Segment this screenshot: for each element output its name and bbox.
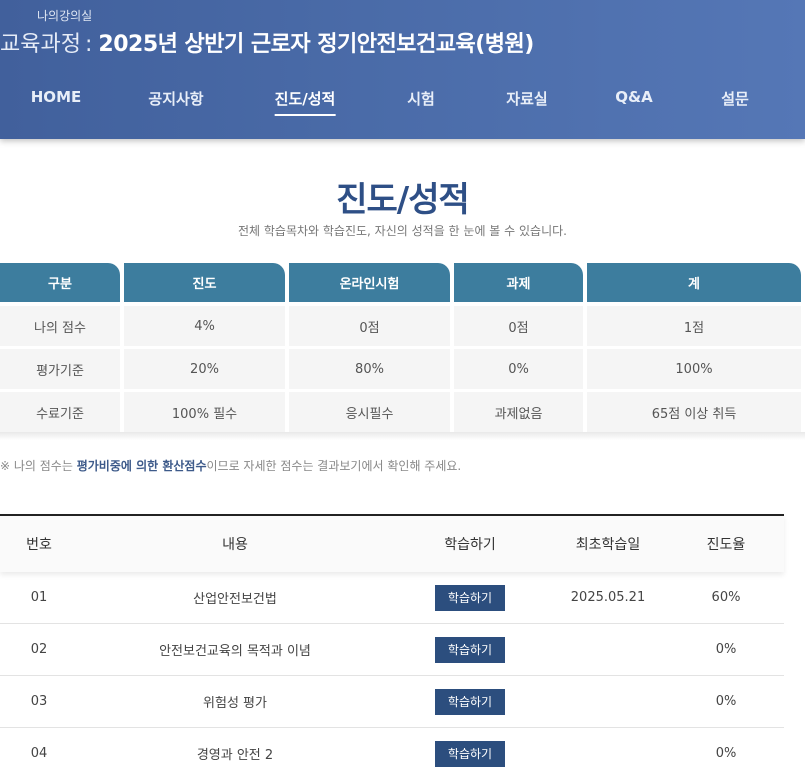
nav-survey[interactable]: 설문 (721, 88, 749, 114)
lesson-table-header: 번호 내용 학습하기 최초학습일 진도율 (0, 514, 784, 572)
table-row: 01 산업안전보건법 학습하기 2025.05.21 60% (0, 572, 784, 624)
score-table-shadow (0, 432, 805, 440)
study-button[interactable]: 학습하기 (435, 584, 505, 611)
course-colon: : (84, 32, 93, 57)
score-cell: 4% (124, 306, 285, 346)
lesson-number: 04 (30, 746, 48, 761)
score-cell: 평가기준 (0, 349, 120, 389)
lesson-title: 산업안전보건법 (193, 592, 277, 607)
lesson-header-first-date: 최초학습일 (575, 537, 641, 553)
nav-home[interactable]: HOME (31, 88, 81, 111)
course-header: 나의강의실 교육과정:2025년 상반기 근로자 정기안전보건교육(병원) HO… (0, 0, 805, 139)
lesson-study-cell: 학습하기 (392, 624, 548, 675)
note-suffix: 이므로 자세한 점수는 결과보기에서 확인해 주세요. (206, 459, 462, 473)
course-title: 2025년 상반기 근로자 정기안전보건교육(병원) (98, 32, 534, 57)
score-cell: 100% 필수 (124, 392, 285, 432)
score-cell: 과제없음 (454, 392, 583, 432)
my-lecture-room-link[interactable]: 나의강의실 (37, 7, 92, 24)
lesson-header-study: 학습하기 (444, 537, 496, 553)
score-cell: 0점 (454, 306, 583, 346)
lesson-study-cell: 학습하기 (392, 572, 548, 623)
page-title: 진도/성적 (336, 180, 470, 220)
score-cell: 0점 (289, 306, 450, 346)
score-cell: 20% (124, 349, 285, 389)
lesson-header-progress: 진도율 (706, 537, 746, 553)
nav-qna[interactable]: Q&A (615, 88, 652, 111)
lesson-number: 01 (30, 590, 48, 605)
nav-notice[interactable]: 공지사항 (148, 88, 203, 114)
score-header-progress: 진도 (124, 263, 285, 302)
table-row: 03 위험성 평가 학습하기 0% (0, 676, 784, 728)
lesson-number: 02 (30, 642, 48, 657)
score-cell: 나의 점수 (0, 306, 120, 346)
lesson-title: 경영과 안전 2 (196, 748, 274, 763)
score-cell: 65점 이상 취득 (587, 392, 801, 432)
score-cell: 1점 (587, 306, 801, 346)
score-cell: 80% (289, 349, 450, 389)
main-nav: HOME 공지사항 진도/성적 시험 자료실 Q&A 설문 (0, 88, 805, 118)
study-button[interactable]: 학습하기 (435, 636, 505, 663)
study-button[interactable]: 학습하기 (435, 688, 505, 715)
lesson-progress: 60% (711, 590, 741, 605)
table-row: 04 경영과 안전 2 학습하기 0% (0, 728, 784, 770)
nav-progress-grades[interactable]: 진도/성적 (274, 88, 336, 116)
note-highlight: 평가비중에 의한 환산점수 (76, 459, 207, 473)
lesson-study-cell: 학습하기 (392, 676, 548, 727)
lesson-progress: 0% (715, 746, 737, 761)
score-header-category: 구분 (0, 263, 120, 302)
lesson-first-date (548, 728, 668, 770)
lesson-progress: 0% (715, 642, 737, 657)
lesson-header-content: 내용 (222, 537, 248, 553)
lesson-first-date (548, 676, 668, 727)
lesson-study-cell: 학습하기 (392, 728, 548, 770)
lesson-header-number: 번호 (26, 537, 52, 553)
lesson-title: 안전보건교육의 목적과 이념 (159, 644, 311, 659)
lesson-first-date (548, 624, 668, 675)
lesson-first-date: 2025.05.21 (570, 590, 646, 605)
score-cell: 수료기준 (0, 392, 120, 432)
score-cell: 100% (587, 349, 801, 389)
page-subtitle: 전체 학습목차와 학습진도, 자신의 성적을 한 눈에 볼 수 있습니다. (237, 224, 567, 238)
score-header-online-exam: 온라인시험 (289, 263, 450, 302)
nav-resources[interactable]: 자료실 (506, 88, 547, 114)
score-cell: 0% (454, 349, 583, 389)
lesson-number: 03 (30, 694, 48, 709)
study-button[interactable]: 학습하기 (435, 740, 505, 767)
nav-exam[interactable]: 시험 (407, 88, 435, 114)
score-table: 구분 진도 온라인시험 과제 계 나의 점수 4% 0점 0점 1점 평가기준 … (0, 263, 805, 435)
score-header-assignment: 과제 (454, 263, 583, 302)
score-note: ※ 나의 점수는 평가비중에 의한 환산점수이므로 자세한 점수는 결과보기에서… (0, 457, 461, 474)
score-header-total: 계 (587, 263, 801, 302)
course-title-line: 교육과정:2025년 상반기 근로자 정기안전보건교육(병원) (0, 26, 534, 58)
course-prefix: 교육과정 (0, 32, 81, 57)
lesson-title: 위험성 평가 (203, 696, 267, 711)
lesson-progress: 0% (715, 694, 737, 709)
note-prefix: ※ 나의 점수는 (0, 459, 77, 473)
score-cell: 응시필수 (289, 392, 450, 432)
table-row: 02 안전보건교육의 목적과 이념 학습하기 0% (0, 624, 784, 676)
